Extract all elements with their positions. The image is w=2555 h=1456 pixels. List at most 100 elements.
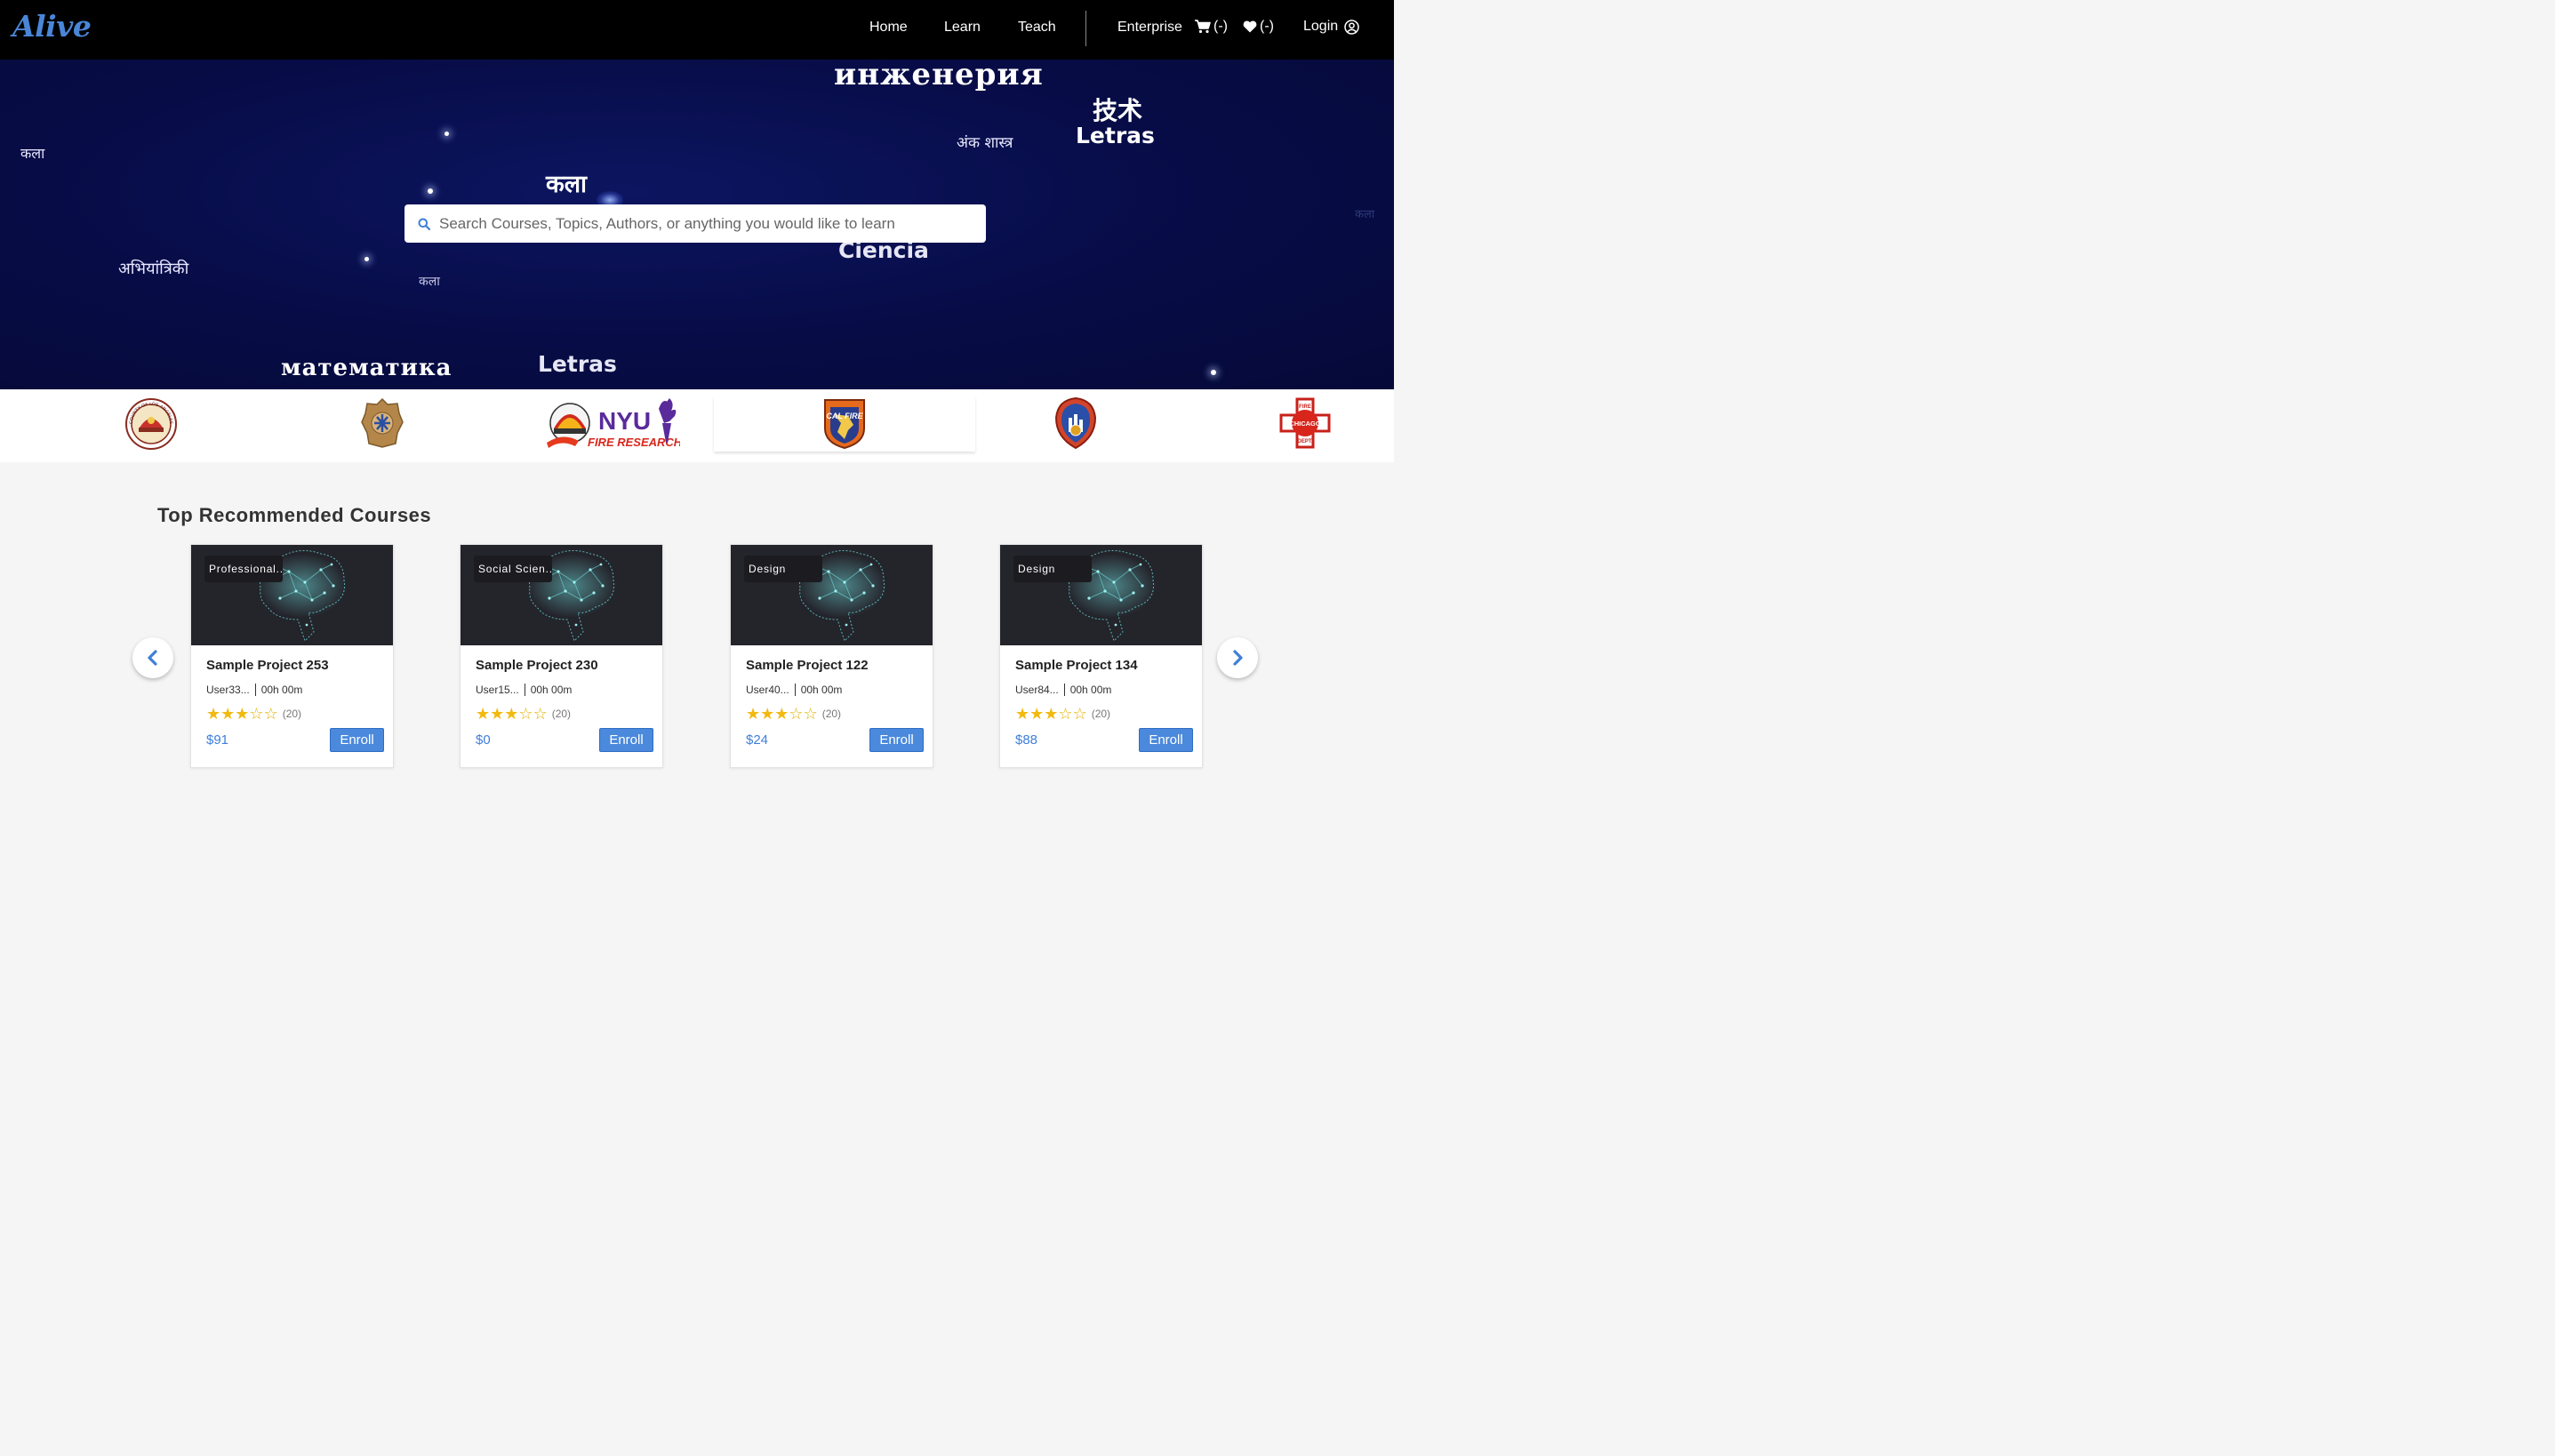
course-thumbnail[interactable]: Design (731, 545, 933, 645)
nav-enterprise-link[interactable]: Enterprise (1117, 20, 1182, 36)
star-filled-icon: ★ (504, 705, 519, 723)
cart-button[interactable]: (-) (1195, 19, 1228, 35)
star-filled-icon: ★ (1029, 705, 1045, 723)
cal-fire-text: CAL FIRE (826, 412, 863, 420)
course-card[interactable]: Design Sample Project 122 User40... 00h 00m… (730, 544, 933, 768)
course-title[interactable]: Sample Project 230 (476, 658, 598, 673)
nav-divider (1085, 11, 1086, 46)
nav-teach-link[interactable]: Teach (1018, 20, 1056, 36)
course-card[interactable]: Design Sample Project 134 User84... 00h 00m… (999, 544, 1203, 768)
search-input[interactable] (437, 213, 974, 234)
hero-word: अभियांत्रिकी (118, 260, 189, 278)
course-thumbnail[interactable]: Professional... (191, 545, 393, 645)
course-search-bar[interactable] (404, 204, 986, 243)
star-sparkle (1211, 370, 1216, 375)
course-title[interactable]: Sample Project 122 (746, 658, 869, 673)
enroll-button[interactable]: Enroll (869, 728, 924, 752)
course-rating: ★ ★ ★ ☆ ☆ (20) (1015, 706, 1110, 722)
carousel-prev-button[interactable] (132, 637, 173, 678)
course-duration: 00h 00m (1069, 684, 1112, 696)
cal-fire-logo[interactable]: CAL FIRE (821, 396, 868, 450)
course-title[interactable]: Sample Project 134 (1015, 658, 1138, 673)
course-duration: 00h 00m (530, 684, 573, 696)
course-author[interactable]: User15... (476, 684, 519, 696)
user-circle-icon (1344, 19, 1359, 35)
star-filled-icon: ★ (1015, 705, 1030, 723)
chevron-right-icon (1233, 650, 1243, 666)
hero-word: 技术 (1093, 96, 1143, 125)
category-badge: Design (744, 556, 822, 582)
course-price: $88 (1015, 732, 1038, 748)
category-badge: Design (1013, 556, 1092, 582)
star-filled-icon: ★ (774, 705, 789, 723)
hero-word: कला (20, 145, 45, 162)
star-empty-icon: ☆ (803, 705, 818, 723)
cart-icon (1195, 20, 1211, 34)
la-county-fire-logo[interactable]: COUNTY OF LOS ANGELES FIRE DEPARTMENT (124, 397, 178, 451)
course-author[interactable]: User84... (1015, 684, 1059, 696)
chevron-left-icon (148, 650, 157, 666)
star-sparkle (445, 132, 449, 136)
category-badge: Social Scien... (474, 556, 552, 582)
star-empty-icon: ☆ (1058, 705, 1073, 723)
wishlist-count: (-) (1260, 19, 1274, 34)
star-sparkle (428, 188, 433, 194)
login-button[interactable]: Login (1303, 19, 1359, 35)
nav-learn-link[interactable]: Learn (944, 20, 981, 36)
course-rating: ★ ★ ★ ☆ ☆ (20) (746, 706, 841, 722)
star-empty-icon: ☆ (789, 705, 804, 723)
course-rating: ★ ★ ★ ☆ ☆ (20) (476, 706, 571, 722)
enroll-button[interactable]: Enroll (330, 728, 384, 752)
cart-count: (-) (1213, 19, 1228, 34)
course-thumbnail[interactable]: Design (1000, 545, 1202, 645)
section-title: Top Recommended Courses (157, 504, 432, 526)
wishlist-button[interactable]: (-) (1243, 19, 1274, 35)
course-card[interactable]: Social Scien... Sample Project 230 User15.… (460, 544, 663, 768)
star-empty-icon: ☆ (263, 705, 278, 723)
course-card[interactable]: Professional... Sample Project 253 User33.… (190, 544, 394, 768)
course-author[interactable]: User33... (206, 684, 250, 696)
hero-word: अंक शास्त्र (957, 134, 1013, 152)
top-navbar: Alive Home Learn Teach Enterprise (-) (-… (0, 0, 1394, 60)
review-count: (20) (282, 708, 302, 720)
fdny-logo[interactable] (1053, 396, 1099, 450)
course-meta: User84... 00h 00m (1015, 684, 1111, 696)
hero-word: Letras (1076, 123, 1155, 148)
meta-divider (1063, 684, 1065, 696)
hero-word: कला (419, 275, 440, 289)
login-label: Login (1303, 19, 1339, 34)
chicago-logo-top-text: FIRE (1299, 404, 1311, 410)
star-filled-icon: ★ (746, 705, 761, 723)
course-duration: 00h 00m (800, 684, 843, 696)
course-meta: User15... 00h 00m (476, 684, 572, 696)
course-thumbnail[interactable]: Social Scien... (461, 545, 662, 645)
nyu-fire-research-logo[interactable]: NYU FIRE RESEARCH (545, 396, 680, 452)
chicago-logo-text: CHICAGO (1289, 420, 1321, 428)
brand-logo[interactable]: Alive (12, 9, 92, 44)
star-empty-icon: ☆ (1072, 705, 1087, 723)
carousel-next-button[interactable] (1217, 637, 1258, 678)
enroll-button[interactable]: Enroll (1139, 728, 1193, 752)
hero-banner: инженерия 技术 Letras अंक शास्त्र कला कला … (0, 60, 1394, 389)
star-filled-icon: ★ (235, 705, 250, 723)
category-badge: Professional... (204, 556, 283, 582)
course-author[interactable]: User40... (746, 684, 789, 696)
star-filled-icon: ★ (220, 705, 236, 723)
hero-word: कला (1355, 208, 1375, 221)
chicago-fire-dept-logo[interactable]: CHICAGO FIRE DEPT. (1279, 397, 1331, 449)
star-filled-icon: ★ (760, 705, 775, 723)
star-filled-icon: ★ (1044, 705, 1059, 723)
course-meta: User33... 00h 00m (206, 684, 302, 696)
course-price: $91 (206, 732, 229, 748)
search-icon (418, 218, 430, 230)
nav-home-link[interactable]: Home (869, 20, 908, 36)
review-count: (20) (821, 708, 842, 720)
course-title[interactable]: Sample Project 253 (206, 658, 329, 673)
enroll-button[interactable]: Enroll (599, 728, 653, 752)
ems-badge-logo[interactable] (360, 397, 404, 449)
course-rating: ★ ★ ★ ☆ ☆ (20) (206, 706, 301, 722)
course-duration: 00h 00m (260, 684, 303, 696)
hero-word: математика (281, 355, 453, 381)
course-meta: User40... 00h 00m (746, 684, 842, 696)
star-filled-icon: ★ (206, 705, 221, 723)
